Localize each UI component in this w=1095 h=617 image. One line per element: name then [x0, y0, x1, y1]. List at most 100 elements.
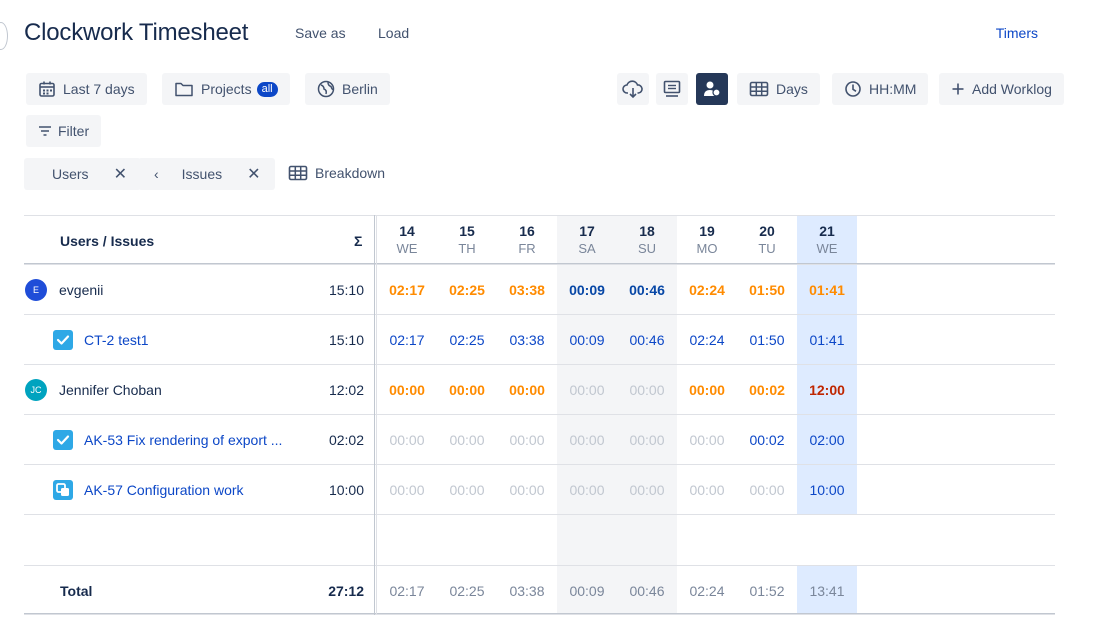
group-by-users-button[interactable]	[696, 73, 728, 105]
time-format-button[interactable]: HH:MM	[832, 73, 929, 105]
time-cell[interactable]: 00:00	[497, 382, 557, 398]
issue-row-label[interactable]: CT-2 test1	[52, 315, 149, 364]
day-header: 15 TH	[437, 215, 497, 256]
time-cell[interactable]: 00:00	[437, 382, 497, 398]
day-name: FR	[518, 241, 536, 256]
calendar-icon	[39, 81, 55, 97]
time-cell[interactable]: 00:46	[617, 332, 677, 348]
save-as-button[interactable]: Save as	[295, 25, 346, 41]
time-cell[interactable]: 02:00	[797, 432, 857, 448]
timers-link[interactable]: Timers	[996, 25, 1038, 41]
time-cell[interactable]: 02:17	[377, 282, 437, 298]
time-cell[interactable]: 00:00	[497, 482, 557, 498]
time-cell[interactable]: 02:24	[677, 332, 737, 348]
users-issues-header: Users / Issues	[60, 233, 155, 249]
time-cell[interactable]: 01:41	[797, 332, 857, 348]
close-icon[interactable]: ✕	[247, 164, 260, 184]
time-cell[interactable]: 00:00	[497, 432, 557, 448]
period-button[interactable]: Last 7 days	[26, 73, 147, 105]
day-name: WE	[816, 241, 838, 256]
avatar: E	[25, 278, 47, 301]
total-cell: 02:24	[689, 583, 725, 599]
time-cell[interactable]: 00:00	[377, 382, 437, 398]
time-cell[interactable]: 03:38	[497, 282, 557, 298]
day-number: 20	[759, 223, 775, 239]
row-total: 02:02	[328, 432, 364, 448]
grid-icon	[288, 165, 308, 181]
time-cell[interactable]: 00:00	[557, 432, 617, 448]
total-label: Total	[60, 583, 93, 599]
time-cell[interactable]: 00:09	[557, 282, 617, 298]
row-divider	[24, 264, 1055, 265]
issue-link[interactable]: AK-57 Configuration work	[84, 482, 244, 498]
total-cell: 03:38	[509, 583, 545, 599]
issue-link[interactable]: CT-2 test1	[84, 332, 149, 348]
time-cell[interactable]: 00:46	[617, 282, 677, 298]
time-cell[interactable]: 00:00	[557, 382, 617, 398]
days-button[interactable]: Days	[737, 73, 820, 105]
clock-icon	[845, 81, 861, 97]
time-cell[interactable]: 00:00	[437, 432, 497, 448]
total-cell: 00:46	[629, 583, 665, 599]
time-cell[interactable]: 00:00	[377, 482, 437, 498]
day-header: 18 SU	[617, 215, 677, 256]
subtask-icon	[53, 479, 73, 500]
timezone-button[interactable]: Berlin	[305, 73, 390, 105]
day-name: SU	[637, 241, 657, 256]
time-cell[interactable]: 02:25	[437, 332, 497, 348]
view-mode-button[interactable]	[656, 73, 688, 105]
time-cell[interactable]: 00:00	[617, 382, 677, 398]
time-cell[interactable]: 02:17	[377, 332, 437, 348]
time-cell[interactable]: 00:02	[737, 382, 797, 398]
breakdown-button[interactable]: Breakdown	[288, 165, 385, 181]
time-cell[interactable]: 00:09	[557, 332, 617, 348]
projects-button[interactable]: Projects all	[162, 73, 290, 105]
time-cell[interactable]: 00:00	[617, 432, 677, 448]
close-icon[interactable]: ✕	[114, 164, 127, 184]
time-cell[interactable]: 01:50	[737, 282, 797, 298]
time-format-label: HH:MM	[869, 81, 917, 97]
time-cell[interactable]: 00:00	[677, 382, 737, 398]
time-cell[interactable]: 10:00	[797, 482, 857, 498]
total-cell: 02:17	[389, 583, 425, 599]
time-cell[interactable]: 02:24	[677, 282, 737, 298]
users-icon	[704, 81, 721, 97]
day-name: WE	[396, 241, 418, 256]
time-cell[interactable]: 03:38	[497, 332, 557, 348]
sum-header: Σ	[354, 233, 363, 249]
total-cell: 01:52	[749, 583, 785, 599]
filter-button[interactable]: Filter	[26, 115, 102, 147]
monitor-icon	[663, 80, 681, 97]
load-button[interactable]: Load	[378, 25, 409, 41]
issue-row-label[interactable]: AK-57 Configuration work	[52, 465, 244, 514]
time-cell[interactable]: 00:00	[437, 482, 497, 498]
user-name: evgenii	[59, 281, 104, 298]
timesheet-table: Users / Issues Σ 14 WE 15 TH 16 FR 17 SA 18 SU 19 M…	[24, 215, 1055, 615]
export-button[interactable]	[617, 73, 649, 105]
day-name: TH	[458, 241, 476, 256]
time-cell[interactable]: 00:00	[677, 482, 737, 498]
time-cell[interactable]: 00:00	[377, 432, 437, 448]
day-header: 14 WE	[377, 215, 437, 256]
time-cell[interactable]: 00:02	[737, 432, 797, 448]
time-cell[interactable]: 12:00	[797, 382, 857, 398]
grid-icon	[749, 81, 769, 97]
time-cell[interactable]: 02:25	[437, 282, 497, 298]
time-cell[interactable]: 01:41	[797, 282, 857, 298]
group-chip-users[interactable]: Users ✕	[24, 158, 141, 190]
add-worklog-button[interactable]: Add Worklog	[939, 73, 1064, 105]
time-cell[interactable]: 00:00	[677, 432, 737, 448]
day-header: 19 MO	[677, 215, 737, 256]
issue-row-label[interactable]: AK-53 Fix rendering of export ...	[52, 415, 282, 464]
day-number: 17	[579, 223, 595, 239]
issue-link[interactable]: AK-53 Fix rendering of export ...	[84, 432, 282, 448]
time-cell[interactable]: 00:00	[617, 482, 677, 498]
day-number: 19	[699, 223, 715, 239]
group-chip-issues[interactable]: ‹ Issues ✕	[138, 158, 275, 190]
chevron-left-icon[interactable]: ‹	[154, 166, 159, 182]
time-cell[interactable]: 01:50	[737, 332, 797, 348]
projects-label: Projects	[201, 81, 252, 97]
time-cell[interactable]: 00:00	[737, 482, 797, 498]
time-cell[interactable]: 00:00	[557, 482, 617, 498]
day-name: MO	[696, 241, 718, 256]
